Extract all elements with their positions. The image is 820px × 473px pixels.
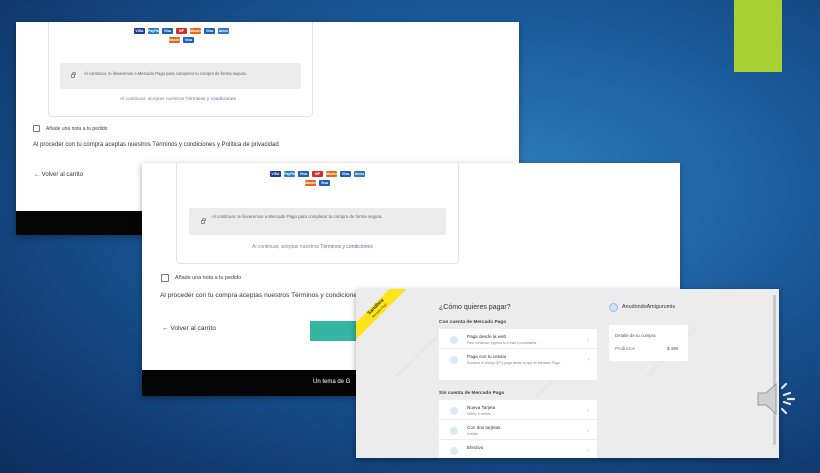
payment-option-subtitle: Para continuar, ingresa tu e-mail y cont… xyxy=(467,341,538,345)
card-logo-icon: Visa xyxy=(340,171,351,177)
card-logo-icon: Master xyxy=(190,28,201,34)
payment-question: ¿Cómo quieres pagar? xyxy=(439,304,511,311)
add-note-label: Añade una nota a tu pedido xyxy=(175,275,242,281)
payment-option-row[interactable]: Nueva Tarjeta Débito o crédito › xyxy=(439,399,597,419)
scrollbar[interactable] xyxy=(773,295,776,445)
card-logo-icon: Visa xyxy=(319,180,330,186)
terms-prefix: Al continuar, aceptas nuestros xyxy=(252,244,319,250)
chevron-right-icon: › xyxy=(587,337,589,343)
note-checkbox[interactable] xyxy=(33,125,40,132)
card-logo-icon: VISA xyxy=(134,28,145,34)
payment-option-row[interactable]: Efectivo › xyxy=(439,439,597,458)
store-icon xyxy=(609,303,618,312)
payment-option-subtitle: Escanea el código QR y paga desde la app… xyxy=(467,361,561,365)
legal-text: Al proceder con tu compra aceptas nuestr… xyxy=(160,292,358,299)
chevron-right-icon: › xyxy=(587,357,589,363)
without-account-options: Nueva Tarjeta Débito o crédito › Con dos ta… xyxy=(439,399,597,458)
payment-option-title: Efectivo xyxy=(467,445,484,450)
payment-option-icon xyxy=(450,356,458,364)
lock-icon xyxy=(71,72,76,78)
card-logo-icon: Visa xyxy=(204,28,215,34)
card-logo-icon: PayPal xyxy=(284,171,295,177)
payment-option-title: Nueva Tarjeta xyxy=(467,405,496,410)
terms-line: Al continuar, aceptas nuestros Términos … xyxy=(252,244,373,250)
payment-option-row[interactable]: Con dos tarjetas Crédito › xyxy=(439,419,597,439)
card-logo-icon: Master xyxy=(305,180,316,186)
store-name: AnudondoAmigurumis xyxy=(622,304,676,310)
card-logo-icon: MP xyxy=(312,171,323,177)
card-logo-icon: Visa xyxy=(162,28,173,34)
chevron-right-icon: › xyxy=(587,448,589,454)
card-logo-icon: Visa xyxy=(298,171,309,177)
purchase-detail-title: Detalle de tu compra xyxy=(615,333,656,338)
payment-option-row[interactable]: Paga desde la web Para continuar, ingresa… xyxy=(439,328,597,348)
accent-bar xyxy=(734,0,782,72)
card-logos: VISA PayPal Visa MP Master Visa Amex Master Visa xyxy=(134,28,229,43)
speaker-icon[interactable] xyxy=(756,378,800,420)
redirect-note: Al continuar, te llevaremos a Mercado Pa… xyxy=(60,63,301,89)
purchase-detail-box: Detalle de tu compra Productos $ 498 xyxy=(609,325,688,361)
add-note-label: Añade una nota a tu pedido xyxy=(46,126,108,132)
back-to-cart-link[interactable]: ← Volver al carrito xyxy=(34,172,83,178)
card-logos: VISA PayPal Visa MP Master Visa Amex Master Visa xyxy=(270,171,365,186)
footer-text: Un tema de G xyxy=(313,379,351,385)
card-logo-icon: Amex xyxy=(218,28,229,34)
card-logo-icon: PayPal xyxy=(148,28,159,34)
note-checkbox[interactable] xyxy=(161,274,169,282)
terms-link[interactable]: Términos y condiciones xyxy=(186,97,236,102)
payment-option-icon xyxy=(450,427,458,435)
back-to-cart-link[interactable]: ← Volver al carrito xyxy=(162,325,216,332)
payment-option-subtitle: Débito o crédito xyxy=(467,412,491,416)
with-account-options: Paga desde la web Para continuar, ingresa… xyxy=(439,328,597,380)
payment-option-title: Con dos tarjetas xyxy=(467,425,501,430)
card-logo-icon: VISA xyxy=(270,171,281,177)
payment-option-icon xyxy=(450,447,458,455)
continue-button[interactable] xyxy=(310,321,358,341)
card-logo-icon: Amex xyxy=(354,171,365,177)
lock-icon xyxy=(201,218,206,224)
card-logo-icon: Master xyxy=(326,171,337,177)
payment-option-icon xyxy=(450,407,458,415)
sandbox-label: Sandbox xyxy=(366,297,386,317)
payment-option-subtitle: Crédito xyxy=(467,432,478,436)
products-value: $ 498 xyxy=(667,346,678,351)
payment-option-title: Paga con tu celular xyxy=(467,354,507,359)
chevron-right-icon: › xyxy=(587,428,589,434)
card-logo-icon: MP xyxy=(176,28,187,34)
redirect-note-text: Al continuar, te llevaremos a Mercado Pa… xyxy=(212,214,383,219)
sandbox-banner: Sandbox Mercado Pago xyxy=(356,289,406,339)
card-logo-icon: Master xyxy=(169,37,180,43)
card-logo-icon: Visa xyxy=(183,37,194,43)
products-label: Productos xyxy=(615,346,635,351)
redirect-note-text: Al continuar, te llevaremos a Mercado Pa… xyxy=(84,71,247,76)
chevron-right-icon: › xyxy=(587,408,589,414)
legal-text: Al proceder con tu compra aceptas nuestr… xyxy=(33,142,279,148)
with-account-title: Con cuenta de Mercado Pago xyxy=(439,320,507,325)
terms-prefix: Al continuar, aceptas nuestros xyxy=(120,97,185,102)
mercadopago-screenshot: Sandbox de Mercado Pago Sandbox de Merca… xyxy=(356,289,779,458)
redirect-note: Al continuar, te llevaremos a Mercado Pa… xyxy=(189,208,446,235)
terms-line: Al continuar, aceptas nuestros Términos … xyxy=(120,97,236,102)
payment-option-icon xyxy=(450,336,458,344)
terms-link[interactable]: Términos y condiciones xyxy=(320,244,373,250)
without-account-title: Sin cuenta de Mercado Pago xyxy=(439,391,505,396)
payment-option-title: Paga desde la web xyxy=(467,334,507,339)
payment-option-row[interactable]: Paga con tu celular Escanea el código QR … xyxy=(439,348,597,368)
